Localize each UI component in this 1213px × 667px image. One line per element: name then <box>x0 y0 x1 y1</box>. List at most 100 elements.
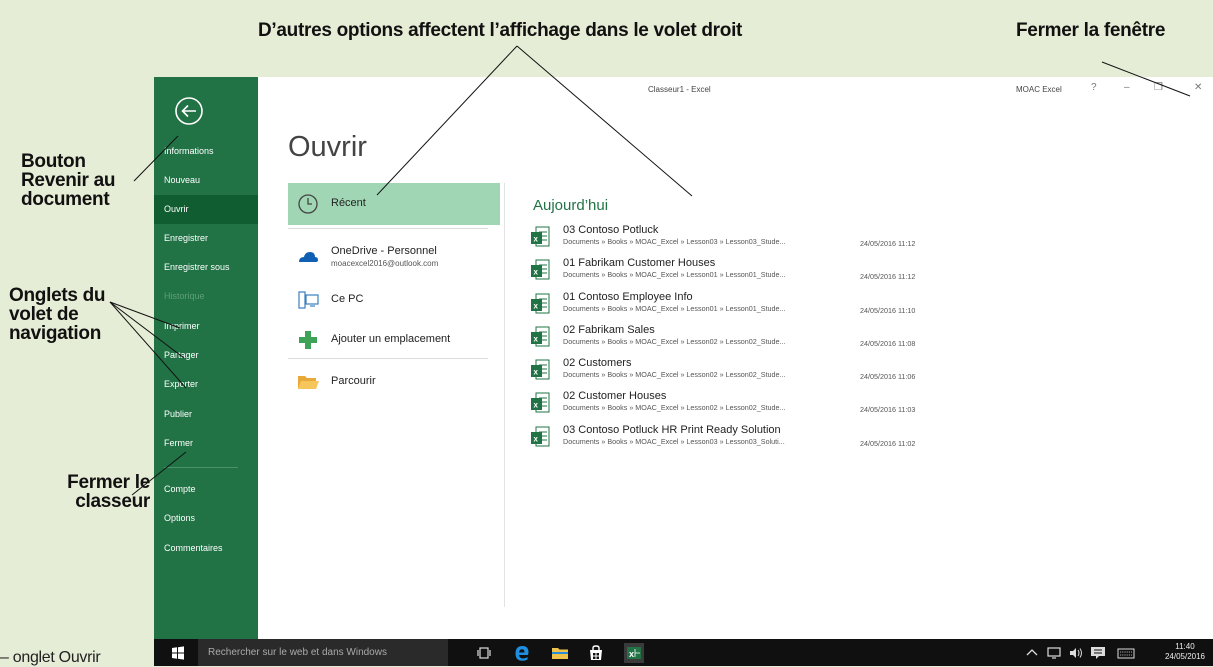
annotation-nav-tabs: Onglets du volet de navigation <box>9 285 106 344</box>
title-bar: Classeur1 - Excel MOAC Excel ? – ❐ ✕ <box>258 77 1213 101</box>
location-label: Récent <box>331 197 366 209</box>
file-date: 24/05/2016 11:12 <box>860 272 916 281</box>
nav-item-publier[interactable]: Publier <box>154 400 258 429</box>
backstage-nav-pane: Informations Nouveau Ouvrir Enregistrer … <box>154 77 258 639</box>
svg-text:x: x <box>534 302 539 311</box>
file-explorer-icon[interactable] <box>550 643 570 663</box>
back-arrow-icon[interactable] <box>174 96 204 126</box>
account-name[interactable]: MOAC Excel <box>1016 85 1062 94</box>
excel-file-icon: x <box>531 426 550 447</box>
annotation-close-workbook: Fermer le classeur <box>67 472 150 512</box>
file-name: 02 Fabrikam Sales <box>563 324 655 336</box>
nav-item-compte[interactable]: Compte <box>154 475 258 504</box>
annotation-caption: – onglet Ouvrir <box>0 649 101 666</box>
excel-file-icon: x <box>531 259 550 280</box>
annotation-back-button: Bouton Revenir au document <box>21 151 116 210</box>
windows-taskbar: Rechercher sur le web et dans Windows x … <box>154 639 1213 666</box>
file-date: 24/05/2016 11:02 <box>860 439 916 448</box>
cloud-icon <box>299 252 318 262</box>
nav-item-exporter[interactable]: Exporter <box>154 370 258 399</box>
file-date: 24/05/2016 11:03 <box>860 405 916 414</box>
location-add-place[interactable]: Ajouter un emplacement <box>288 319 500 361</box>
excel-file-icon: x <box>531 226 550 247</box>
recent-file-row[interactable]: x 01 Fabrikam Customer Houses Documents … <box>526 257 986 290</box>
help-icon[interactable]: ? <box>1091 82 1097 93</box>
annotation-right-pane-options: D’autres options affectent l’affichage d… <box>258 20 743 41</box>
group-heading: Aujourd’hui <box>533 197 609 214</box>
action-center-icon[interactable] <box>1088 643 1108 663</box>
nav-item-imprimer[interactable]: Imprimer <box>154 312 258 341</box>
excel-file-icon: x <box>531 392 550 413</box>
clock-time: 11:40 <box>1175 642 1195 651</box>
store-icon[interactable] <box>586 643 606 663</box>
page-title: Ouvrir <box>288 131 367 163</box>
svg-text:x: x <box>534 335 539 344</box>
clock-icon <box>298 194 318 214</box>
excel-window: Informations Nouveau Ouvrir Enregistrer … <box>154 77 1213 639</box>
location-recent[interactable]: Récent <box>288 183 500 225</box>
recent-file-row[interactable]: x 01 Contoso Employee Info Documents » B… <box>526 291 986 324</box>
recent-file-row[interactable]: x 02 Customers Documents » Books » MOAC_… <box>526 357 986 390</box>
chevron-up-icon[interactable] <box>1022 643 1042 663</box>
taskbar-search-box[interactable]: Rechercher sur le web et dans Windows <box>198 639 448 666</box>
svg-text:x: x <box>534 401 539 410</box>
close-icon[interactable]: ✕ <box>1194 82 1202 93</box>
file-date: 24/05/2016 11:10 <box>860 306 916 315</box>
recent-file-row[interactable]: x 03 Contoso Potluck HR Print Ready Solu… <box>526 424 986 457</box>
edge-browser-icon[interactable] <box>512 643 532 663</box>
location-onedrive[interactable]: OneDrive - Personnel moacexcel2016@outlo… <box>288 235 500 277</box>
folder-icon <box>298 376 319 389</box>
file-path: Documents » Books » MOAC_Excel » Lesson0… <box>563 437 785 446</box>
restore-icon[interactable]: ❐ <box>1154 82 1163 93</box>
location-label: Ce PC <box>331 293 364 305</box>
file-name: 03 Contoso Potluck HR Print Ready Soluti… <box>563 424 781 436</box>
file-name: 03 Contoso Potluck <box>563 224 659 236</box>
nav-item-historique: Historique <box>164 291 205 301</box>
file-name: 01 Contoso Employee Info <box>563 291 693 303</box>
windows-start-icon[interactable] <box>168 643 188 663</box>
volume-icon[interactable] <box>1066 643 1086 663</box>
svg-text:x: x <box>629 649 634 659</box>
nav-item-options[interactable]: Options <box>154 504 258 533</box>
nav-item-informations[interactable]: Informations <box>154 137 258 166</box>
recent-file-row[interactable]: x 02 Fabrikam Sales Documents » Books » … <box>526 324 986 357</box>
file-date: 24/05/2016 11:08 <box>860 339 916 348</box>
location-sublabel: moacexcel2016@outlook.com <box>331 259 439 268</box>
file-name: 02 Customers <box>563 357 632 369</box>
location-label: Parcourir <box>331 375 376 387</box>
nav-item-commentaires[interactable]: Commentaires <box>154 534 258 563</box>
search-placeholder: Rechercher sur le web et dans Windows <box>208 647 387 658</box>
file-path: Documents » Books » MOAC_Excel » Lesson0… <box>563 370 786 379</box>
nav-item-enregistrer-sous[interactable]: Enregistrer sous <box>154 253 258 282</box>
nav-item-ouvrir[interactable]: Ouvrir <box>154 195 258 224</box>
file-name: 01 Fabrikam Customer Houses <box>563 257 716 269</box>
task-view-icon[interactable] <box>474 643 494 663</box>
svg-text:x: x <box>534 268 539 277</box>
file-path: Documents » Books » MOAC_Excel » Lesson0… <box>563 237 786 246</box>
recent-file-row[interactable]: x 02 Customer Houses Documents » Books »… <box>526 390 986 423</box>
keyboard-icon[interactable] <box>1116 643 1136 663</box>
minimize-icon[interactable]: – <box>1124 82 1130 93</box>
annotation-close-window: Fermer la fenêtre <box>1016 20 1166 41</box>
nav-item-nouveau[interactable]: Nouveau <box>154 166 258 195</box>
location-this-pc[interactable]: Ce PC <box>288 279 500 321</box>
pane-divider <box>504 183 505 607</box>
taskbar-clock[interactable]: 11:40 24/05/2016 <box>1165 642 1205 662</box>
file-date: 24/05/2016 11:06 <box>860 372 916 381</box>
svg-text:x: x <box>534 435 539 444</box>
excel-app-icon[interactable]: x <box>624 643 644 663</box>
svg-text:x: x <box>534 368 539 377</box>
network-icon[interactable] <box>1044 643 1064 663</box>
nav-item-partager[interactable]: Partager <box>154 341 258 370</box>
svg-text:x: x <box>534 235 539 244</box>
file-path: Documents » Books » MOAC_Excel » Lesson0… <box>563 270 786 279</box>
recent-file-row[interactable]: x 03 Contoso Potluck Documents » Books »… <box>526 224 986 257</box>
file-path: Documents » Books » MOAC_Excel » Lesson0… <box>563 304 786 313</box>
file-path: Documents » Books » MOAC_Excel » Lesson0… <box>563 403 786 412</box>
location-browse[interactable]: Parcourir <box>288 361 500 403</box>
location-label: OneDrive - Personnel <box>331 245 437 257</box>
window-title: Classeur1 - Excel <box>648 85 711 94</box>
nav-item-fermer[interactable]: Fermer <box>154 429 258 458</box>
file-name: 02 Customer Houses <box>563 390 667 402</box>
nav-item-enregistrer[interactable]: Enregistrer <box>154 224 258 253</box>
